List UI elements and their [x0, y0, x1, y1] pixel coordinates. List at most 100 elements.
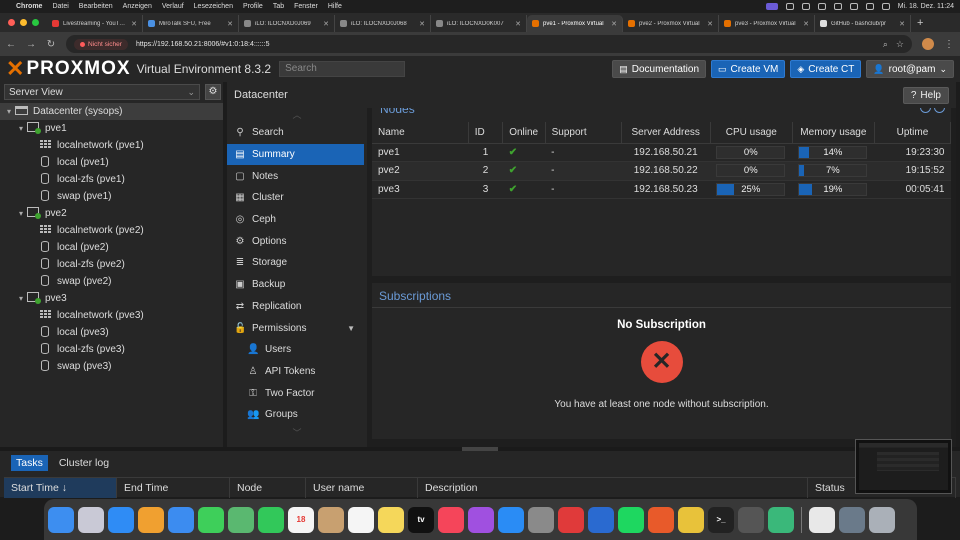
- bookmark-star-icon[interactable]: ☆: [896, 39, 904, 50]
- tree-item[interactable]: localnetwork (pve3): [0, 307, 223, 324]
- close-tab-icon[interactable]: ✕: [515, 20, 521, 28]
- tree-toggle-icon[interactable]: ▾: [16, 124, 26, 133]
- column-header[interactable]: ID: [468, 122, 504, 144]
- profile-avatar[interactable]: [922, 38, 934, 50]
- history-icon[interactable]: [817, 3, 826, 10]
- pause-icon[interactable]: [801, 3, 810, 10]
- tree-item[interactable]: ▾ pve1: [0, 120, 223, 137]
- caret-down-icon[interactable]: ▼: [347, 324, 355, 333]
- screenshot-preview[interactable]: [855, 439, 952, 494]
- reminders-icon[interactable]: [348, 506, 374, 533]
- subnav-item-options[interactable]: ⚙ Options: [227, 230, 367, 252]
- subnav-item-two-factor[interactable]: ⚿ Two Factor: [227, 382, 367, 404]
- tree-item[interactable]: local-zfs (pve3): [0, 341, 223, 358]
- tree-item[interactable]: ▾ pve3: [0, 290, 223, 307]
- subnav-item-replication[interactable]: ⇄ Replication: [227, 296, 367, 318]
- subnav-item-permissions[interactable]: 🔓 Permissions ▼: [227, 317, 367, 339]
- tasks-column-header[interactable]: Start Time ↓: [4, 478, 117, 498]
- column-header[interactable]: Uptime: [874, 122, 952, 144]
- close-tab-icon[interactable]: ✕: [131, 20, 137, 28]
- close-window-icon[interactable]: [8, 19, 15, 26]
- close-tab-icon[interactable]: ✕: [803, 20, 809, 28]
- column-header[interactable]: Name: [372, 122, 469, 144]
- menu-anzeigen[interactable]: Anzeigen: [123, 3, 152, 10]
- terminal-icon[interactable]: >_: [708, 506, 734, 533]
- subnav-item-api-tokens[interactable]: ♙ API Tokens: [227, 361, 367, 383]
- browser-tab[interactable]: GitHub - bashclub/pr ✕: [815, 15, 911, 32]
- tree-item[interactable]: local-zfs (pve1): [0, 171, 223, 188]
- screen-share-icon[interactable]: [765, 3, 778, 10]
- sync-icon[interactable]: [768, 506, 794, 533]
- tree-settings-button[interactable]: ⚙: [205, 84, 221, 100]
- tree-item[interactable]: ▾ pve2: [0, 205, 223, 222]
- table-row[interactable]: pve3 3 ✔ -192.168.50.23 25% 19% 00:05:41: [372, 180, 951, 199]
- column-header[interactable]: Memory usage: [792, 122, 875, 144]
- close-tab-icon[interactable]: ✕: [707, 20, 713, 28]
- tab-cluster-log[interactable]: Cluster log: [54, 455, 114, 471]
- close-tab-icon[interactable]: ✕: [227, 20, 233, 28]
- browser-tab[interactable]: pve1 - Proxmox Virtual ✕: [527, 15, 623, 32]
- appstore-icon[interactable]: [498, 506, 524, 533]
- zoom-icon[interactable]: ⌕: [883, 39, 888, 50]
- subnav-item-cluster[interactable]: ▦ Cluster: [227, 187, 367, 209]
- menu-hilfe[interactable]: Hilfe: [328, 3, 342, 10]
- browser-tab[interactable]: iLO: ILOCNXD0K007 ✕: [431, 15, 527, 32]
- create-vm-button[interactable]: ▭ Create VM: [711, 60, 786, 78]
- battery-icon[interactable]: [833, 3, 842, 10]
- column-header[interactable]: CPU usage: [710, 122, 793, 144]
- user-menu-button[interactable]: 👤 root@pam ⌄: [866, 60, 954, 78]
- tree-item[interactable]: local-zfs (pve2): [0, 256, 223, 273]
- subnav-item-backup[interactable]: ▣ Backup: [227, 274, 367, 296]
- new-tab-button[interactable]: +: [911, 15, 929, 32]
- subnav-item-search[interactable]: ⚲ Search: [227, 122, 367, 144]
- maps-icon[interactable]: [228, 506, 254, 533]
- tasks-column-header[interactable]: End Time: [117, 478, 230, 498]
- tree-item[interactable]: swap (pve1): [0, 188, 223, 205]
- subnav-item-ceph[interactable]: ◎ Ceph: [227, 209, 367, 231]
- maximize-window-icon[interactable]: [32, 19, 39, 26]
- tasks-column-header[interactable]: Node: [230, 478, 306, 498]
- downloads-icon[interactable]: [839, 506, 865, 533]
- document-icon[interactable]: [809, 506, 835, 533]
- launchpad-icon[interactable]: [78, 506, 104, 533]
- tree-item[interactable]: swap (pve2): [0, 273, 223, 290]
- chrome-menu-icon[interactable]: ⋮: [944, 39, 954, 50]
- close-tab-icon[interactable]: ✕: [323, 20, 329, 28]
- browser-tab[interactable]: iLO: ILOCNXD0J068 ✕: [335, 15, 431, 32]
- safari-icon[interactable]: [108, 506, 134, 533]
- subnav-item-storage[interactable]: ≣ Storage: [227, 252, 367, 274]
- menu-tab[interactable]: Tab: [273, 3, 284, 10]
- menu-fenster[interactable]: Fenster: [294, 3, 318, 10]
- mail-icon[interactable]: [168, 506, 194, 533]
- tasks-column-header[interactable]: User name: [306, 478, 418, 498]
- close-tab-icon[interactable]: ✕: [611, 20, 617, 28]
- tab-tasks[interactable]: Tasks: [11, 455, 48, 471]
- scroll-down-icon[interactable]: ﹀: [227, 426, 367, 440]
- help-button[interactable]: ? Help: [902, 86, 949, 104]
- tree-item[interactable]: swap (pve3): [0, 358, 223, 375]
- tree-toggle-icon[interactable]: ▾: [4, 107, 14, 116]
- reload-icon[interactable]: ↻: [46, 39, 56, 50]
- spotify-icon[interactable]: [618, 506, 644, 533]
- insecure-badge[interactable]: Nicht sicher: [74, 38, 128, 50]
- subnav-item-notes[interactable]: ▢ Notes: [227, 165, 367, 187]
- menu-datei[interactable]: Datei: [52, 3, 68, 10]
- browser-tab[interactable]: MiroTalk SFU, Free ✕: [143, 15, 239, 32]
- tree-toggle-icon[interactable]: ▾: [16, 209, 26, 218]
- documentation-button[interactable]: ▤ Documentation: [612, 60, 707, 78]
- menubar-clock[interactable]: Mi. 18. Dez. 11:24: [898, 3, 954, 10]
- tree-item[interactable]: localnetwork (pve1): [0, 137, 223, 154]
- tree-item[interactable]: local (pve1): [0, 154, 223, 171]
- global-search-input[interactable]: Search: [279, 61, 406, 77]
- collapse-icon[interactable]: [934, 108, 945, 113]
- close-tab-icon[interactable]: ✕: [419, 20, 425, 28]
- browser-tab[interactable]: pve2 - Proxmox Virtual ✕: [623, 15, 719, 32]
- browser-tab[interactable]: pve3 - Proxmox Virtual ✕: [719, 15, 815, 32]
- trash-icon[interactable]: [869, 506, 895, 533]
- tree-toggle-icon[interactable]: ▾: [16, 294, 26, 303]
- url-field[interactable]: Nicht sicher https://192.168.50.21:8006/…: [66, 35, 912, 53]
- forward-icon[interactable]: →: [26, 39, 36, 50]
- column-header[interactable]: Online: [502, 122, 546, 144]
- vpn-icon[interactable]: [558, 506, 584, 533]
- podcasts-icon[interactable]: [468, 506, 494, 533]
